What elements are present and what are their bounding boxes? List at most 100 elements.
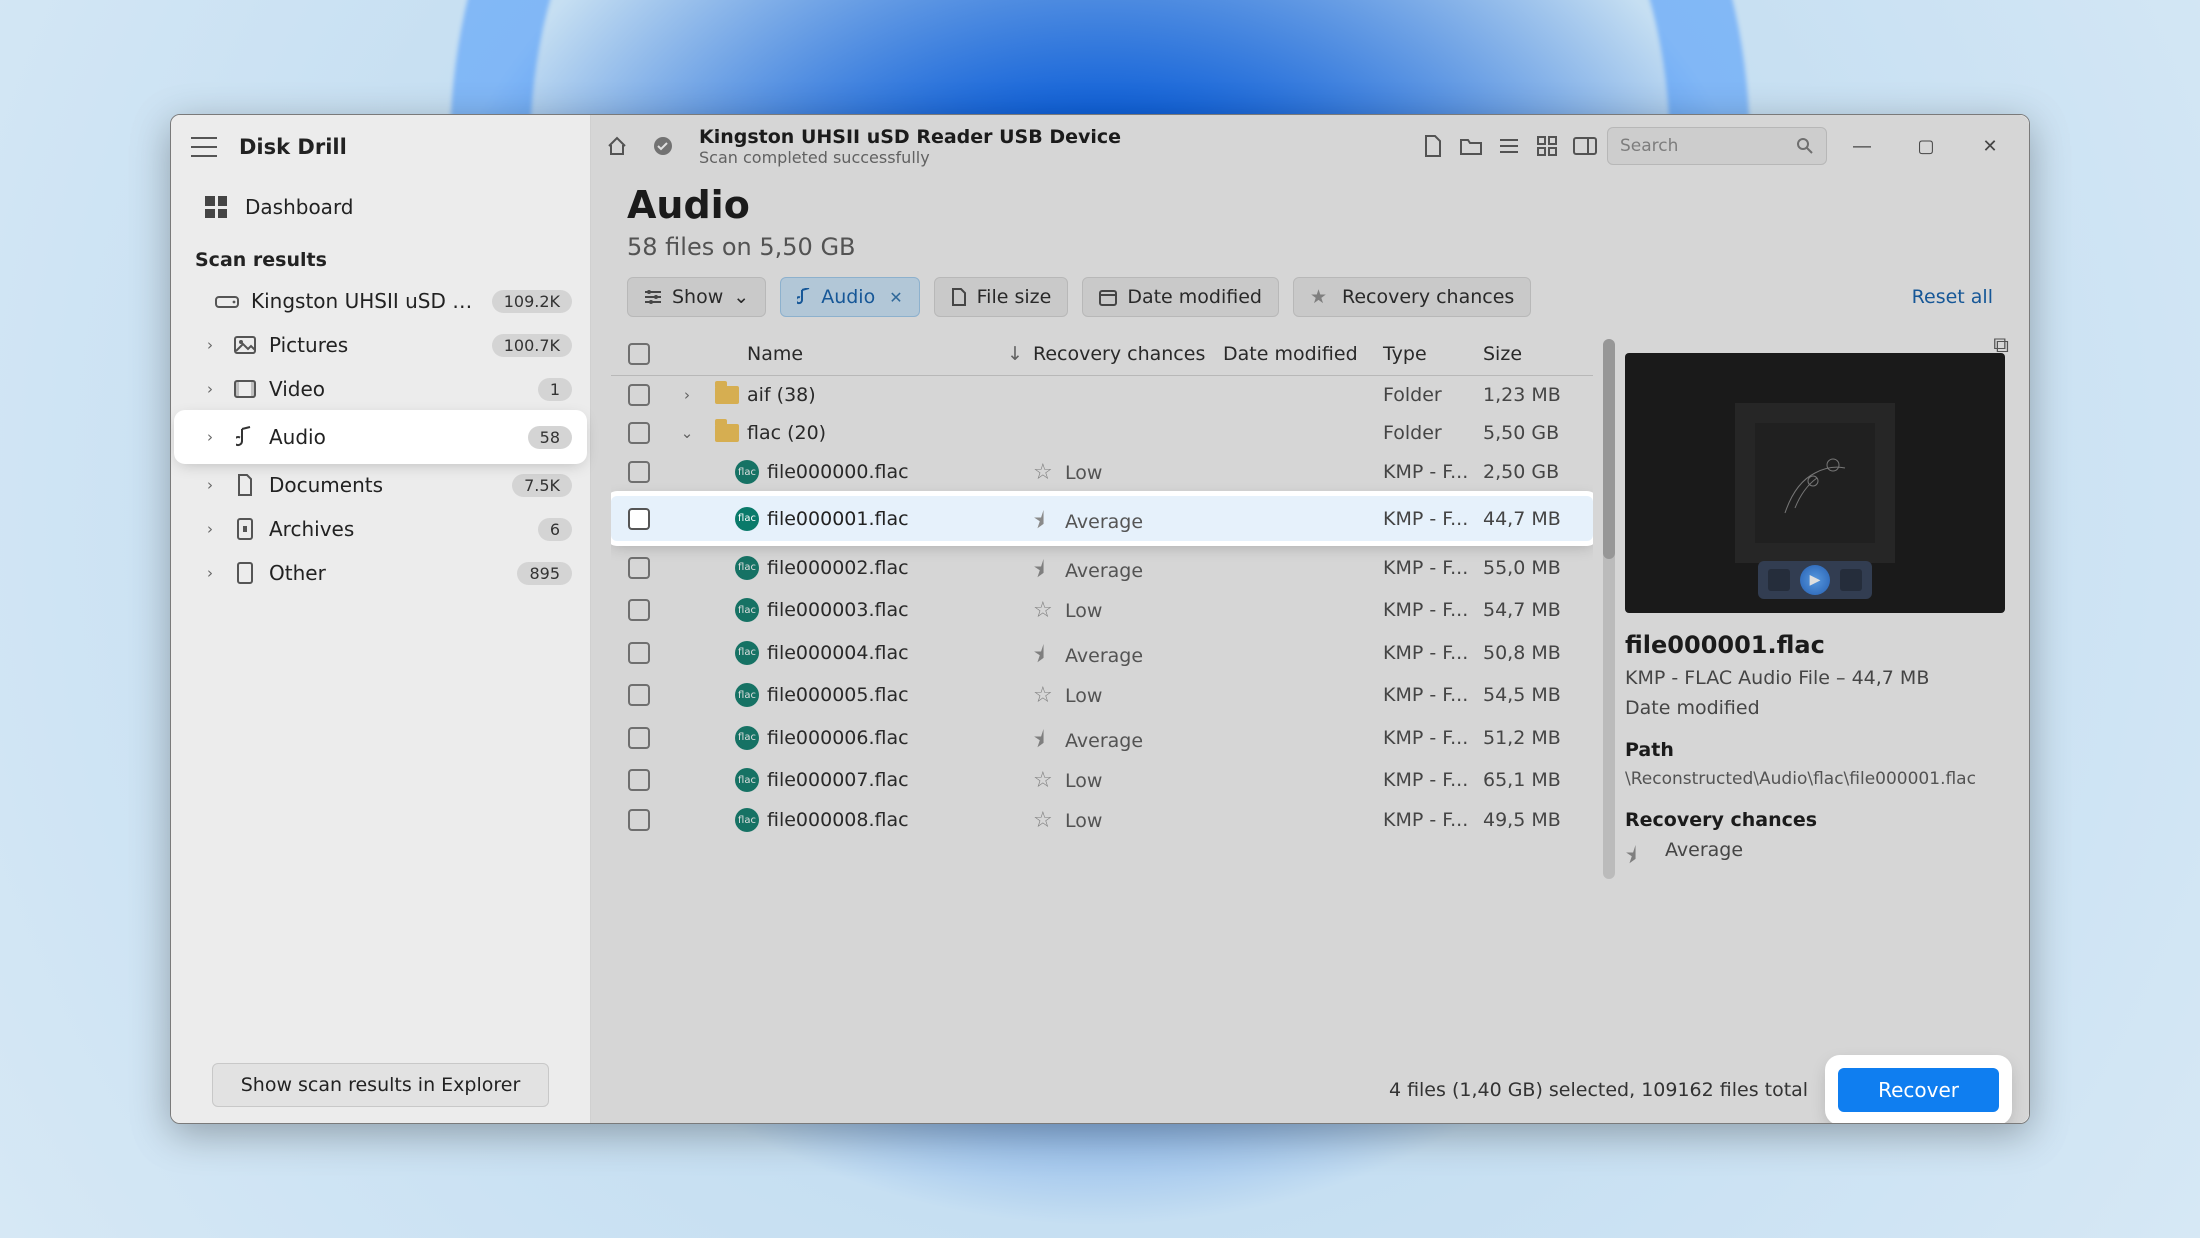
next-icon[interactable] — [1840, 569, 1862, 591]
col-name[interactable]: Name — [747, 343, 803, 365]
sidebar-item-video[interactable]: › Video 1 — [171, 367, 590, 411]
expand-icon[interactable]: ⌄ — [667, 424, 707, 442]
prev-icon[interactable] — [1768, 569, 1790, 591]
sidebar-item-pictures[interactable]: › Pictures 100.7K — [171, 323, 590, 367]
file-icon — [951, 288, 967, 306]
main-panel: Kingston UHSII uSD Reader USB Device Sca… — [591, 115, 2029, 1123]
col-size[interactable]: Size — [1483, 343, 1593, 365]
titlebar: Kingston UHSII uSD Reader USB Device Sca… — [591, 115, 2029, 177]
star-icon: ⯨ — [1033, 723, 1055, 745]
row-checkbox[interactable] — [628, 557, 650, 579]
sidebar-item-audio[interactable]: › Audio 58 — [179, 415, 582, 459]
album-art — [1735, 403, 1895, 563]
show-filter[interactable]: Show ⌄ — [627, 277, 766, 317]
chip-label: Recovery chances — [1342, 286, 1514, 308]
sidebar-item-count: 7.5K — [512, 474, 572, 497]
table-row[interactable]: flac file000004.flac ⯨Average KMP - F...… — [611, 630, 1593, 675]
star-icon: ☆ — [1033, 683, 1055, 705]
minimize-button[interactable]: ― — [1833, 125, 1891, 167]
sidebar-item-other[interactable]: › Other 895 — [171, 551, 590, 595]
player-controls[interactable]: ▶ — [1758, 561, 1872, 599]
flac-icon: flac — [727, 507, 767, 531]
recovery-chances-filter[interactable]: ★ Recovery chances — [1293, 277, 1531, 317]
sidebar-item-documents[interactable]: › Documents 7.5K — [171, 463, 590, 507]
table-row[interactable]: flac file000008.flac ☆Low KMP - F... 49,… — [611, 800, 1593, 840]
col-date[interactable]: Date modified — [1223, 343, 1383, 365]
row-checkbox[interactable] — [628, 642, 650, 664]
table-row[interactable]: flac file000005.flac ☆Low KMP - F... 54,… — [611, 675, 1593, 715]
table-row[interactable]: flac file000000.flac ☆Low KMP - F... 2,5… — [611, 452, 1593, 492]
panel-toggle-icon[interactable] — [1569, 130, 1601, 162]
reset-all-button[interactable]: Reset all — [1912, 286, 1993, 308]
row-checkbox[interactable] — [628, 461, 650, 483]
star-icon: ☆ — [1033, 808, 1055, 830]
search-input[interactable]: Search — [1607, 127, 1827, 165]
table-row[interactable]: ⌄ flac (20) Folder 5,50 GB — [611, 414, 1593, 452]
page-subtitle: 58 files on 5,50 GB — [627, 233, 1993, 261]
remove-filter-icon[interactable]: ✕ — [889, 288, 902, 307]
folder-icon — [707, 424, 747, 442]
sidebar-item-label: Audio — [269, 425, 516, 449]
recovery-chance: Average — [1065, 730, 1143, 752]
file-icon[interactable] — [1417, 130, 1449, 162]
check-badge-icon[interactable] — [647, 130, 679, 162]
row-checkbox[interactable] — [628, 384, 650, 406]
sidebar-item-label: Documents — [269, 473, 500, 497]
footer: 4 files (1,40 GB) selected, 109162 files… — [591, 1055, 2029, 1123]
file-size: 44,7 MB — [1483, 508, 1561, 530]
row-checkbox[interactable] — [628, 684, 650, 706]
recovery-chance: Average — [1065, 511, 1143, 533]
sidebar-item-archives[interactable]: › Archives 6 — [171, 507, 590, 551]
menu-icon[interactable] — [191, 137, 217, 157]
chip-label: Date modified — [1127, 286, 1262, 308]
recovery-chance: Low — [1065, 685, 1102, 707]
table-row[interactable]: flac file000007.flac ☆Low KMP - F... 65,… — [611, 760, 1593, 800]
row-checkbox[interactable] — [628, 422, 650, 444]
chevron-right-icon: › — [207, 380, 221, 398]
grid-view-icon[interactable] — [1531, 130, 1563, 162]
folder-icon[interactable] — [1455, 130, 1487, 162]
col-recovery[interactable]: Recovery chances — [1033, 343, 1223, 365]
recovery-chance: Low — [1065, 600, 1102, 622]
flac-icon: flac — [727, 808, 767, 832]
row-checkbox[interactable] — [628, 769, 650, 791]
table-row[interactable]: flac file000006.flac ⯨Average KMP - F...… — [611, 715, 1593, 760]
table-row[interactable]: › aif (38) Folder 1,23 MB — [611, 376, 1593, 414]
row-checkbox[interactable] — [628, 727, 650, 749]
scrollbar[interactable] — [1603, 339, 1615, 879]
flac-icon: flac — [727, 768, 767, 792]
scrollbar-thumb[interactable] — [1603, 339, 1615, 559]
table-row[interactable]: flac file000003.flac ☆Low KMP - F... 54,… — [611, 590, 1593, 630]
col-type[interactable]: Type — [1383, 343, 1483, 365]
sidebar-item-dashboard[interactable]: Dashboard — [171, 179, 590, 235]
sidebar-item-count: 6 — [538, 518, 572, 541]
chevron-right-icon: › — [207, 476, 221, 494]
file-table: Name ↓ Recovery chances Date modified Typ… — [611, 333, 1593, 1055]
audio-filter[interactable]: Audio ✕ — [780, 277, 919, 317]
file-type: Folder — [1383, 422, 1442, 444]
sort-desc-icon[interactable]: ↓ — [1007, 343, 1023, 365]
file-size: 54,5 MB — [1483, 684, 1561, 706]
file-name: file000004.flac — [767, 642, 909, 664]
table-row[interactable]: flac file000001.flac ⯨Average KMP - F...… — [611, 496, 1593, 541]
close-button[interactable]: ✕ — [1961, 125, 2019, 167]
maximize-button[interactable]: ▢ — [1897, 125, 1955, 167]
list-view-icon[interactable] — [1493, 130, 1525, 162]
table-row[interactable]: flac file000002.flac ⯨Average KMP - F...… — [611, 545, 1593, 590]
play-icon[interactable]: ▶ — [1800, 565, 1830, 595]
select-all-checkbox[interactable] — [628, 343, 650, 365]
expand-icon[interactable]: › — [667, 386, 707, 404]
date-modified-filter[interactable]: Date modified — [1082, 277, 1279, 317]
file-size-filter[interactable]: File size — [934, 277, 1069, 317]
file-size: 65,1 MB — [1483, 769, 1561, 791]
drive-count: 109.2K — [492, 290, 572, 313]
row-checkbox[interactable] — [628, 599, 650, 621]
row-checkbox[interactable] — [628, 809, 650, 831]
home-icon[interactable] — [601, 130, 633, 162]
file-type: KMP - F... — [1383, 769, 1468, 791]
sidebar-drive[interactable]: Kingston UHSII uSD R... 109.2K — [171, 279, 590, 323]
preview-thumbnail: ▶ — [1625, 353, 2005, 613]
recover-button[interactable]: Recover — [1838, 1068, 1999, 1112]
row-checkbox[interactable] — [628, 508, 650, 530]
show-in-explorer-button[interactable]: Show scan results in Explorer — [212, 1063, 550, 1107]
